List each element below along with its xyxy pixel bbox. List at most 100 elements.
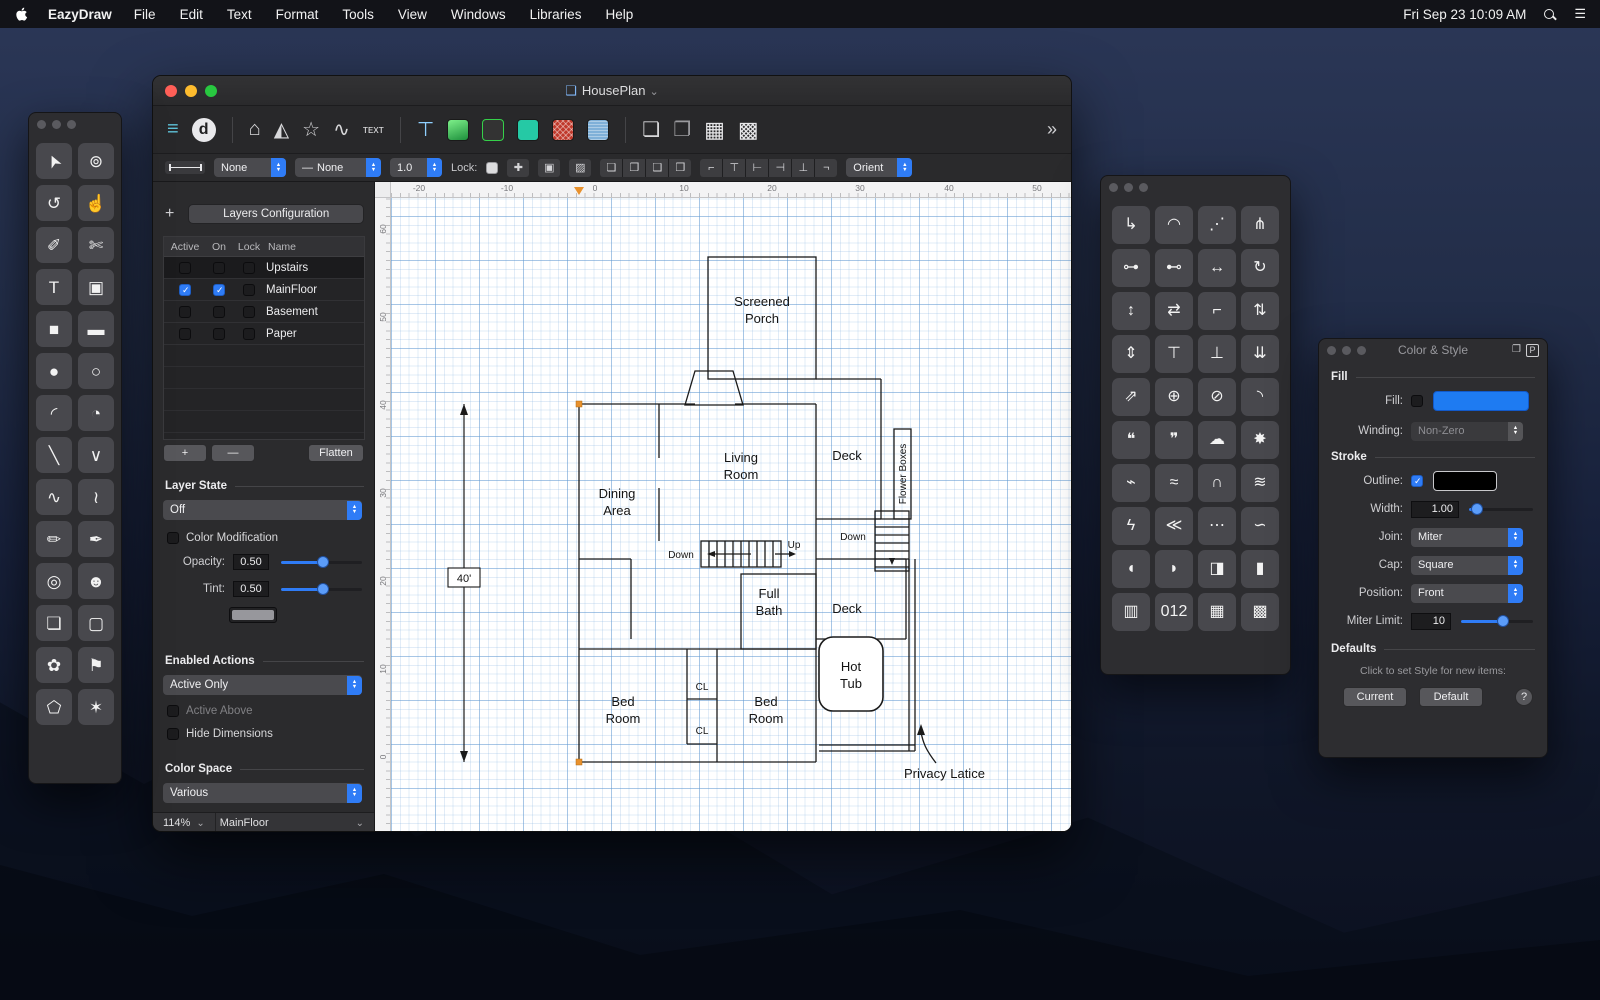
menu-item[interactable]: Libraries xyxy=(530,7,582,22)
texture-fill-swatch[interactable] xyxy=(587,119,609,141)
landscape-icon[interactable]: ◭ xyxy=(274,117,289,142)
tint-field[interactable]: 0.50 xyxy=(233,581,269,597)
star-burst-tool-icon[interactable]: ✶ xyxy=(78,689,114,725)
silhouette-tool-icon[interactable]: ☻ xyxy=(78,563,114,599)
window-title[interactable]: ❑HousePlan⌄ xyxy=(153,83,1071,99)
double-hump-icon[interactable]: ≋ xyxy=(1241,464,1279,502)
pan-hand-tool-icon[interactable]: ☝ xyxy=(78,185,114,221)
thought-bubble-icon[interactable]: ☁ xyxy=(1198,421,1236,459)
sine-curve-tool-icon[interactable]: ∿ xyxy=(36,479,72,515)
hatch-toggle-button[interactable]: ▨ xyxy=(569,159,591,177)
miter-limit-slider[interactable] xyxy=(1461,614,1533,628)
column-header[interactable]: Name xyxy=(266,241,364,253)
duplicate-icon[interactable]: ❐ xyxy=(673,117,691,142)
width-field[interactable]: 1.00 xyxy=(1411,501,1459,518)
active-checkbox[interactable] xyxy=(179,262,191,274)
menu-item[interactable]: View xyxy=(398,7,427,22)
palette-titlebar[interactable]: Color & Style ❐ P xyxy=(1319,339,1547,361)
burst-callout-icon[interactable]: ✸ xyxy=(1241,421,1279,459)
winding-select[interactable]: Non-Zero ▲▼ xyxy=(1411,422,1523,441)
column-header[interactable]: On xyxy=(206,241,232,253)
origin-marker-icon[interactable] xyxy=(574,187,584,195)
dotted-path-icon[interactable]: ⋯ xyxy=(1198,507,1236,545)
help-button[interactable]: ? xyxy=(1515,688,1533,706)
half-capsule-icon[interactable]: ◨ xyxy=(1198,550,1236,588)
palette-titlebar[interactable] xyxy=(29,113,121,135)
blob-tool-icon[interactable]: ✿ xyxy=(36,647,72,683)
double-arrow-icon[interactable]: ↔ xyxy=(1198,249,1236,287)
menu-item[interactable]: Windows xyxy=(451,7,506,22)
grid-paper[interactable]: Screened Porch Living Room Deck Dining A… xyxy=(391,198,1071,832)
tint-slider[interactable] xyxy=(281,582,362,596)
column-header[interactable]: Active xyxy=(164,241,206,253)
menu-item[interactable]: Tools xyxy=(342,7,374,22)
apple-menu-icon[interactable] xyxy=(14,6,30,22)
dot-pattern-icon[interactable]: ▩ xyxy=(1241,593,1279,631)
add-layer-icon[interactable]: + xyxy=(165,205,174,223)
elbow-connector-icon[interactable]: ↳ xyxy=(1112,206,1150,244)
wedge-tool-icon[interactable]: ◔ xyxy=(78,395,114,431)
search-icon[interactable] xyxy=(1544,9,1554,19)
style-doc-icon[interactable]: ❐ xyxy=(1512,344,1521,357)
dimension-tool-icon[interactable]: ⊤ xyxy=(417,117,434,142)
fine-grid-icon[interactable]: ▦ xyxy=(704,117,725,143)
pen-mode-icon[interactable]: P xyxy=(1526,344,1539,357)
waveform-icon[interactable]: ∿ xyxy=(333,117,350,142)
lock-checkbox[interactable] xyxy=(486,162,498,174)
pencil-tool-icon[interactable]: ✏ xyxy=(36,521,72,557)
capsule-icon[interactable]: ▮ xyxy=(1241,550,1279,588)
color-space-select[interactable]: Various ▲▼ xyxy=(163,783,362,803)
radius-dimension-icon[interactable]: ⊕ xyxy=(1155,378,1193,416)
speech-bubble-left-icon[interactable]: ❝ xyxy=(1112,421,1150,459)
chevron-double-icon[interactable]: ≪ xyxy=(1155,507,1193,545)
rounded-bar-tool-icon[interactable]: ▬ xyxy=(78,311,114,347)
current-button[interactable]: Current xyxy=(1343,687,1407,707)
snip-tool-icon[interactable]: ✄ xyxy=(78,227,114,263)
hump-curve-icon[interactable]: ∩ xyxy=(1198,464,1236,502)
zoom-level[interactable]: 114% xyxy=(153,817,190,829)
text-tool-icon[interactable]: T xyxy=(36,269,72,305)
height-dimension-icon[interactable]: ⇅ xyxy=(1241,292,1279,330)
dual-arrow-down-icon[interactable]: ⇊ xyxy=(1241,335,1279,373)
align-top-button[interactable]: ⊤ xyxy=(723,159,745,177)
lightning-line-icon[interactable]: ϟ xyxy=(1112,507,1150,545)
ellipse-tool-icon[interactable]: ○ xyxy=(78,353,114,389)
window-titlebar[interactable]: ❑HousePlan⌄ xyxy=(153,76,1071,106)
bottom-dimension-icon[interactable]: ⊥ xyxy=(1198,335,1236,373)
tick-marks-icon[interactable]: ▥ xyxy=(1112,593,1150,631)
pentagon-tool-icon[interactable]: ⬠ xyxy=(36,689,72,725)
menu-item[interactable]: Text xyxy=(227,7,252,22)
opacity-field[interactable]: 0.50 xyxy=(233,554,269,570)
text-box-tool-icon[interactable]: ▣ xyxy=(78,269,114,305)
stair-profile-icon[interactable]: ⌁ xyxy=(1112,464,1150,502)
segment-endpoints-icon[interactable]: ⊶ xyxy=(1112,249,1150,287)
align-bottom-button[interactable]: ⊥ xyxy=(792,159,814,177)
app-menu-title[interactable]: EazyDraw xyxy=(48,7,112,22)
join-select[interactable]: Miter ▲▼ xyxy=(1411,528,1523,547)
rotate-arrow-icon[interactable]: ↻ xyxy=(1241,249,1279,287)
lock-checkbox[interactable] xyxy=(243,306,255,318)
pacman-left-icon[interactable]: ◖ xyxy=(1112,550,1150,588)
fill-checkbox[interactable] xyxy=(1411,395,1423,407)
copy-style-icon[interactable]: ❏ xyxy=(642,117,660,142)
line-width-stepper[interactable]: 1.0 ▲▼ xyxy=(390,158,442,177)
palette-titlebar[interactable] xyxy=(1101,176,1290,198)
width-dimension-icon[interactable]: ⇄ xyxy=(1155,292,1193,330)
menu-clock[interactable]: Fri Sep 23 10:09 AM xyxy=(1403,7,1526,22)
menu-item[interactable]: Help xyxy=(605,7,633,22)
pattern-fill-swatch[interactable] xyxy=(552,119,574,141)
center-frame-button[interactable]: ▣ xyxy=(538,159,560,177)
align-left-button[interactable]: ⌐ xyxy=(700,159,722,177)
opacity-slider[interactable] xyxy=(281,555,362,569)
shape-handles-icon[interactable] xyxy=(482,119,504,141)
arc-tool-icon[interactable]: ◜ xyxy=(36,395,72,431)
rectangle-tool-icon[interactable]: ■ xyxy=(36,311,72,347)
vertical-arrow-icon[interactable]: ↕ xyxy=(1112,292,1150,330)
add-layer-button[interactable]: + xyxy=(163,444,207,462)
send-back-button[interactable]: ❒ xyxy=(669,159,691,177)
wave-lines-icon[interactable]: ≈ xyxy=(1155,464,1193,502)
star-shape-icon[interactable]: ☆ xyxy=(302,117,320,142)
stroke-color-swatch[interactable] xyxy=(1433,471,1497,491)
numbers-icon[interactable]: 012 xyxy=(1155,593,1193,631)
line-tool-icon[interactable]: ╲ xyxy=(36,437,72,473)
